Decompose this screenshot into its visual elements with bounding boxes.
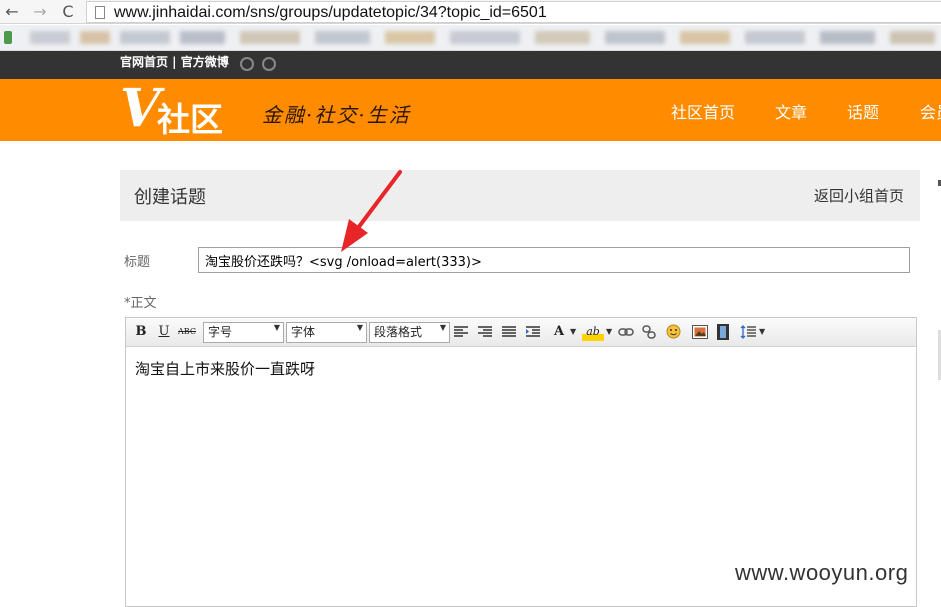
reload-icon[interactable]: C bbox=[58, 1, 78, 23]
site-top-bar: 官网首页 | 官方微博 bbox=[0, 51, 941, 79]
bookmark-item[interactable] bbox=[180, 31, 225, 44]
chevron-down-icon: ▼ bbox=[273, 323, 280, 332]
site-header: V 社区 金融·社交·生活 社区首页 文章 话题 会员 bbox=[0, 79, 941, 141]
unlink-icon[interactable] bbox=[642, 325, 656, 339]
chevron-down-icon[interactable]: ▼ bbox=[759, 327, 765, 336]
font-family-value: 字体 bbox=[291, 325, 316, 339]
bookmark-item[interactable] bbox=[820, 31, 875, 44]
nav-articles[interactable]: 文章 bbox=[775, 99, 807, 123]
panel-heading: 创建话题 返回小组首页 bbox=[120, 170, 920, 221]
editor-content[interactable]: 淘宝自上市来股价一直跌呀 bbox=[135, 358, 315, 379]
url-field[interactable]: www.jinhaidai.com/sns/groups/updatetopic… bbox=[86, 1, 941, 23]
bookmark-item[interactable] bbox=[240, 31, 300, 44]
image-icon[interactable] bbox=[692, 325, 708, 339]
align-right-icon[interactable] bbox=[478, 326, 492, 338]
chevron-down-icon: ▼ bbox=[439, 323, 446, 332]
back-to-group-link[interactable]: 返回小组首页 bbox=[814, 185, 904, 206]
bookmarks-bar bbox=[0, 25, 941, 51]
watermark: www.wooyun.org bbox=[735, 560, 909, 585]
strikethrough-button[interactable]: ABC bbox=[178, 323, 196, 341]
nav-community-home[interactable]: 社区首页 bbox=[671, 99, 735, 123]
chevron-down-icon[interactable]: ▼ bbox=[606, 327, 612, 336]
video-icon[interactable] bbox=[717, 324, 729, 340]
align-left-icon[interactable] bbox=[454, 326, 468, 338]
slogan: 金融·社交·生活 bbox=[262, 103, 411, 127]
forward-icon[interactable]: → bbox=[30, 1, 50, 23]
body-label: *正文 bbox=[124, 296, 157, 311]
nav-topics[interactable]: 话题 bbox=[847, 99, 879, 123]
share-icon[interactable] bbox=[262, 57, 276, 71]
bold-button[interactable]: B bbox=[132, 323, 150, 341]
page-icon bbox=[95, 6, 105, 19]
page-title: 创建话题 bbox=[134, 187, 206, 208]
font-family-select[interactable]: 字体 ▼ bbox=[286, 322, 367, 343]
chevron-down-icon[interactable]: ▼ bbox=[570, 327, 576, 336]
bookmark-item[interactable] bbox=[30, 31, 70, 44]
bookmark-item[interactable] bbox=[680, 31, 730, 44]
font-color-button[interactable]: A bbox=[550, 323, 568, 341]
paragraph-format-select[interactable]: 段落格式 ▼ bbox=[369, 322, 450, 343]
font-size-value: 字号 bbox=[208, 325, 233, 339]
nav-members[interactable]: 会员 bbox=[920, 99, 941, 123]
underline-button[interactable]: U bbox=[155, 323, 173, 341]
bookmark-item[interactable] bbox=[450, 31, 520, 44]
bookmark-item[interactable] bbox=[120, 31, 170, 44]
bookmark-icon[interactable] bbox=[4, 31, 12, 44]
bookmark-item[interactable] bbox=[890, 31, 935, 44]
logo-text[interactable]: 社区 bbox=[157, 93, 223, 141]
chevron-down-icon: ▼ bbox=[356, 323, 363, 332]
editor-toolbar: B U ABC 字号 ▼ 字体 ▼ 段落格式 ▼ A ▼ ab ▼ ▼ bbox=[126, 318, 916, 347]
bookmark-item[interactable] bbox=[315, 31, 370, 44]
bookmark-item[interactable] bbox=[385, 31, 435, 44]
title-input[interactable]: 淘宝股价还跌吗？<svg /onload=alert(333)> bbox=[198, 247, 910, 273]
bookmark-item[interactable] bbox=[535, 31, 590, 44]
bookmark-item[interactable] bbox=[80, 31, 110, 44]
weibo-icon[interactable] bbox=[240, 57, 254, 71]
align-justify-icon[interactable] bbox=[502, 326, 516, 338]
paragraph-format-value: 段落格式 bbox=[374, 325, 423, 339]
browser-address-bar: ← → C www.jinhaidai.com/sns/groups/updat… bbox=[0, 0, 941, 24]
highlight-button[interactable]: ab bbox=[582, 323, 604, 341]
link-icon[interactable] bbox=[618, 326, 634, 338]
indent-icon[interactable] bbox=[526, 326, 540, 338]
logo-v[interactable]: V bbox=[120, 81, 160, 137]
emoticon-icon[interactable] bbox=[666, 324, 681, 339]
url-text[interactable]: www.jinhaidai.com/sns/groups/updatetopic… bbox=[114, 4, 547, 22]
title-label: 标题 bbox=[124, 255, 151, 270]
bookmark-item[interactable] bbox=[745, 31, 805, 44]
font-size-select[interactable]: 字号 ▼ bbox=[203, 322, 284, 343]
line-height-icon[interactable] bbox=[740, 325, 756, 339]
bookmark-item[interactable] bbox=[605, 31, 665, 44]
official-links[interactable]: 官网首页 | 官方微博 bbox=[120, 53, 229, 70]
back-icon[interactable]: ← bbox=[2, 1, 22, 23]
